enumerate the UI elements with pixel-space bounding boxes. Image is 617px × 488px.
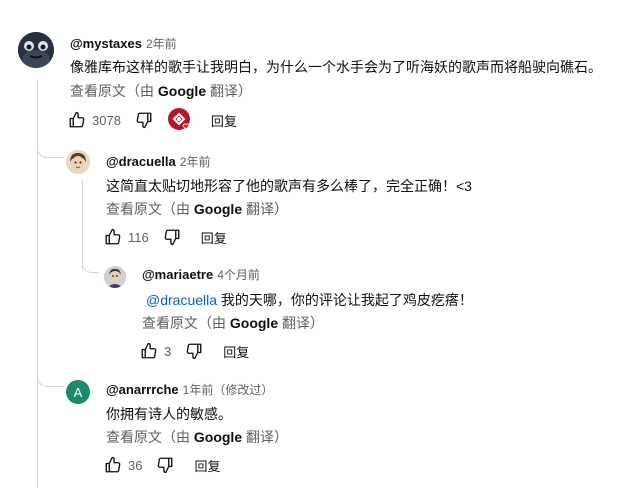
comment-text: @dracuella 我的天哪，你的评论让我起了鸡皮疙瘩！: [146, 290, 473, 310]
dislike-icon[interactable]: [156, 456, 174, 474]
comment-body: 我的天哪，你的评论让我起了鸡皮疙瘩！: [217, 292, 473, 308]
like-icon[interactable]: [104, 456, 122, 474]
comment-author[interactable]: @mariaetre 4个月前: [142, 266, 260, 283]
see-original-link[interactable]: 查看原文（由 Google 翻译）: [106, 427, 288, 447]
comment-text: 这简直太贴切地形容了他的歌声有多么棒了，完全正确！<3: [106, 178, 472, 194]
avatar-photo-image: [66, 150, 90, 174]
translate-suffix: 翻译）: [242, 429, 289, 445]
author-handle[interactable]: @dracuella: [106, 154, 176, 169]
see-original-link[interactable]: 查看原文（由 Google 翻译）: [106, 199, 288, 219]
translate-brand: Google: [193, 429, 243, 445]
translate-brand: Google: [229, 315, 279, 331]
like-icon[interactable]: [104, 228, 122, 246]
author-handle[interactable]: @mystaxes: [70, 36, 142, 51]
reply-button[interactable]: 回复: [223, 342, 249, 361]
translate-prefix: 查看原文（由: [106, 429, 194, 445]
comment-author[interactable]: @anarrrche 1年前（修改过）: [106, 381, 273, 398]
reply-button[interactable]: 回复: [211, 111, 237, 130]
mention-link[interactable]: @dracuella: [146, 292, 217, 308]
see-original-link[interactable]: 查看原文（由 Google 翻译）: [142, 313, 324, 333]
like-count: 36: [128, 457, 143, 473]
translate-suffix: 翻译）: [206, 83, 253, 99]
like-count: 3078: [92, 112, 121, 128]
translate-brand: Google: [157, 83, 207, 99]
translate-brand: Google: [193, 201, 243, 217]
avatar[interactable]: [18, 32, 54, 68]
translate-prefix: 查看原文（由: [142, 315, 230, 331]
comment-author[interactable]: @dracuella 2年前: [106, 153, 210, 170]
author-handle[interactable]: @anarrrche: [106, 382, 179, 397]
thread-elbow-1: [37, 142, 64, 158]
reply-button[interactable]: 回复: [194, 456, 220, 475]
like-count: 3: [164, 343, 172, 359]
like-icon[interactable]: [68, 111, 86, 129]
author-handle[interactable]: @mariaetre: [142, 267, 213, 282]
thread-elbow-2: [37, 372, 64, 387]
action-bar: 36 回复: [104, 454, 220, 476]
creator-heart-icon: [167, 107, 193, 133]
dislike-icon[interactable]: [135, 111, 153, 129]
avatar[interactable]: [66, 150, 90, 174]
translate-suffix: 翻译）: [278, 315, 325, 331]
action-bar: 116 回复: [104, 226, 227, 248]
comment-time[interactable]: 2年前: [146, 37, 177, 51]
like-icon[interactable]: [140, 342, 158, 360]
action-bar: 3078 回复: [68, 107, 237, 133]
thread-elbow-nested: [82, 258, 99, 273]
comment-author[interactable]: @mystaxes 2年前: [70, 35, 177, 52]
comment-time[interactable]: 1年前（修改过）: [183, 383, 274, 397]
comment-time[interactable]: 4个月前: [217, 268, 260, 282]
dislike-icon[interactable]: [163, 228, 181, 246]
comment-text: 你拥有诗人的敏感。: [106, 406, 232, 422]
dislike-icon[interactable]: [185, 342, 203, 360]
comment-text: 像雅库布这样的歌手让我明白，为什么一个水手会为了听海妖的歌声而将船驶向礁石。: [70, 59, 602, 75]
avatar-cartoon-image: [18, 32, 54, 68]
avatar[interactable]: A: [66, 380, 90, 404]
translate-prefix: 查看原文（由: [106, 201, 194, 217]
reply-button[interactable]: 回复: [201, 228, 227, 247]
translate-prefix: 查看原文（由: [70, 83, 158, 99]
avatar[interactable]: [104, 266, 126, 288]
avatar-photo-image: [104, 266, 126, 288]
like-count: 116: [128, 229, 149, 245]
see-original-link[interactable]: 查看原文（由 Google 翻译）: [70, 81, 252, 101]
avatar-letter: A: [73, 384, 83, 400]
translate-suffix: 翻译）: [242, 201, 289, 217]
action-bar: 3 回复: [140, 340, 249, 362]
thread-line-nested: [82, 180, 83, 270]
comment-time[interactable]: 2年前: [180, 155, 211, 169]
